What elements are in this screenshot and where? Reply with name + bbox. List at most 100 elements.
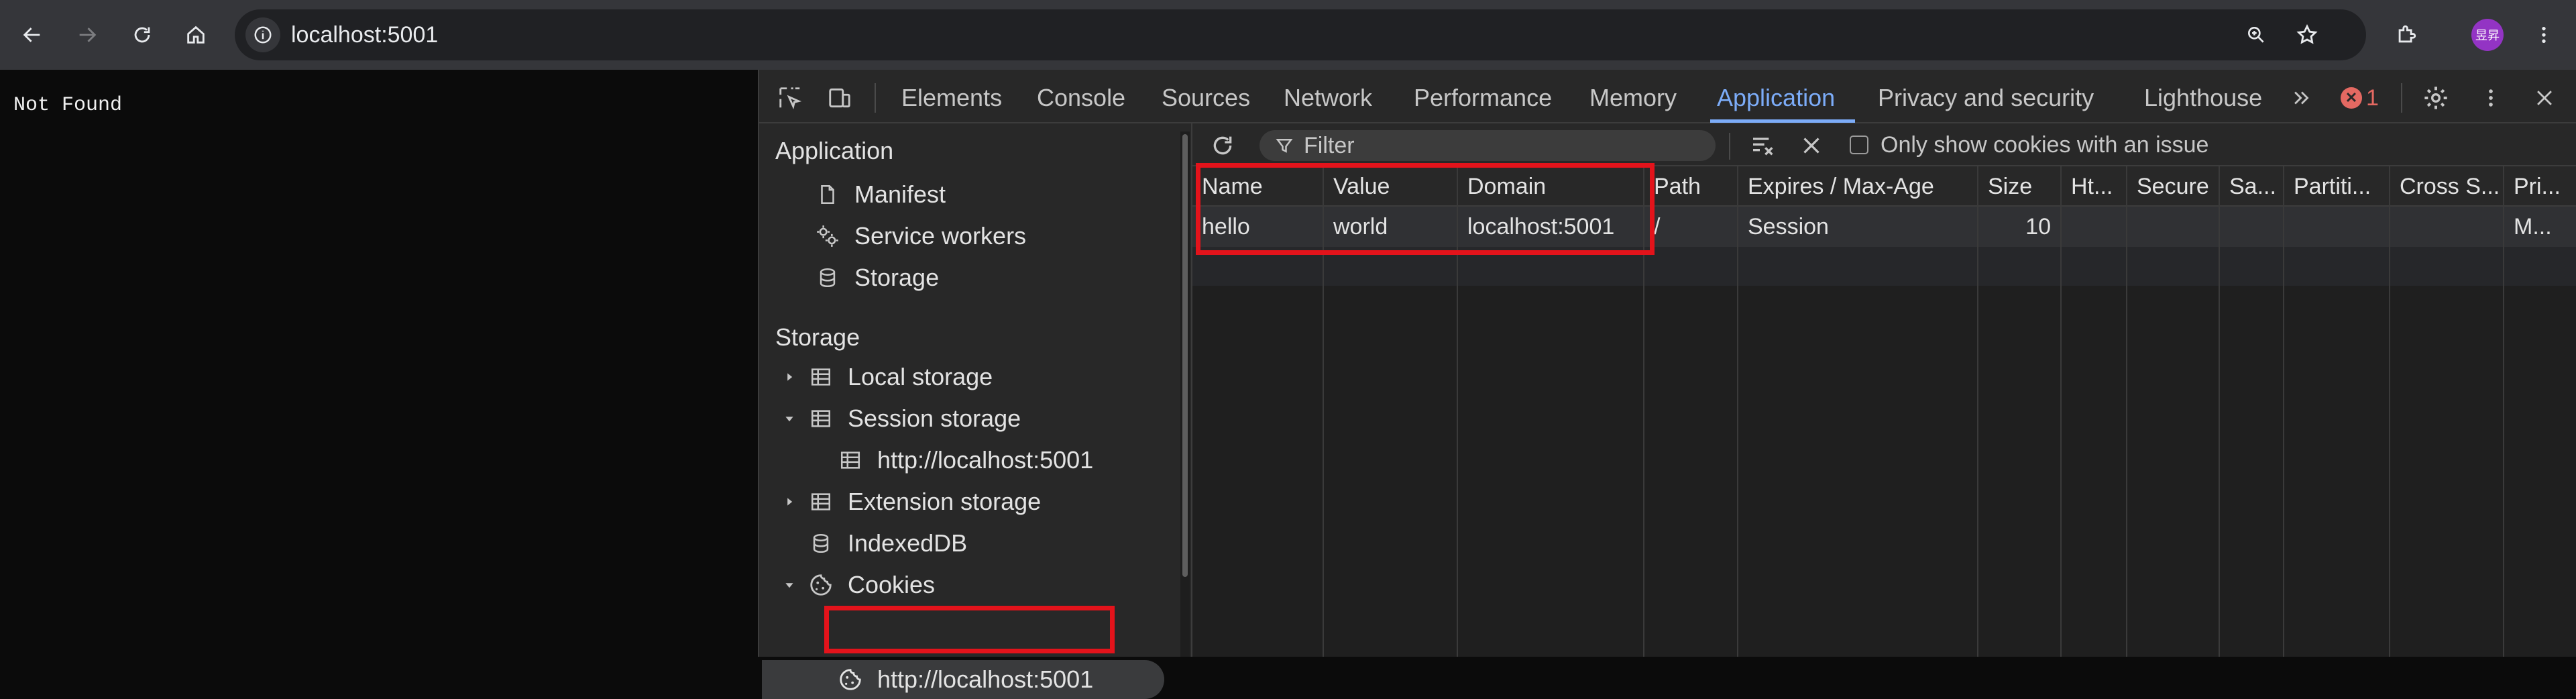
sidebar-item-session-storage[interactable]: Session storage: [779, 400, 1021, 437]
kebab-menu-icon: [2489, 89, 2493, 107]
close-icon: [2537, 91, 2552, 105]
bookmark-button[interactable]: [2291, 19, 2323, 51]
clear-filtered-cookies-button[interactable]: [1746, 129, 1780, 162]
cell-priority[interactable]: M...: [2504, 207, 2576, 247]
filter-field[interactable]: [1259, 130, 1716, 161]
error-count-badge[interactable]: ✕ 1: [2341, 83, 2379, 113]
column-header-cross-site[interactable]: Cross S...: [2390, 166, 2503, 207]
column-header-httponly[interactable]: Ht...: [2062, 166, 2126, 207]
close-devtools-button[interactable]: [2527, 80, 2562, 115]
column-header-path[interactable]: Path: [1644, 166, 1737, 207]
toolbar-separator: [875, 83, 876, 113]
address-bar[interactable]: localhost:5001: [235, 9, 2366, 60]
arrow-left-icon: [23, 28, 40, 42]
tab-sources[interactable]: Sources: [1162, 82, 1250, 114]
database-icon: [803, 526, 838, 561]
inspect-element-button[interactable]: [773, 80, 807, 115]
refresh-cookies-button[interactable]: [1206, 129, 1239, 162]
page-viewport: Not Found: [0, 70, 758, 657]
page-body-text: Not Found: [13, 94, 123, 117]
sidebar-item-label: Extension storage: [848, 488, 1042, 515]
home-icon: [187, 25, 205, 44]
browser-menu-button[interactable]: [2526, 17, 2561, 52]
arrow-right-icon: [79, 28, 97, 42]
tab-network[interactable]: Network: [1284, 82, 1372, 114]
device-icon: [829, 88, 850, 108]
cell-partition[interactable]: [2284, 207, 2389, 247]
sidebar-item-session-storage-origin[interactable]: http://localhost:5001: [833, 441, 1093, 479]
sidebar-item-manifest[interactable]: Manifest: [810, 176, 946, 213]
column-divider[interactable]: [2126, 166, 2127, 657]
url-text[interactable]: localhost:5001: [291, 21, 438, 48]
sidebar-item-label: Storage: [854, 264, 940, 291]
file-icon: [810, 177, 845, 212]
filter-input[interactable]: [1304, 132, 1706, 159]
column-header-size[interactable]: Size: [1978, 166, 2060, 207]
sidebar-scrollbar-thumb[interactable]: [1182, 134, 1188, 577]
cell-cross-site[interactable]: [2390, 207, 2503, 247]
cell-samesite[interactable]: [2220, 207, 2283, 247]
column-divider[interactable]: [2389, 166, 2390, 657]
sidebar-heading-storage: Storage: [775, 323, 860, 351]
column-divider[interactable]: [2503, 166, 2504, 657]
column-header-samesite[interactable]: Sa...: [2220, 166, 2283, 207]
sidebar-item-extension-storage[interactable]: Extension storage: [779, 483, 1041, 521]
sidebar-item-label: http://localhost:5001: [877, 665, 1094, 693]
forward-button[interactable]: [70, 17, 105, 52]
sidebar-item-local-storage[interactable]: Local storage: [779, 358, 993, 396]
column-header-secure[interactable]: Secure: [2127, 166, 2219, 207]
cell-secure[interactable]: [2127, 207, 2219, 247]
devtools-settings-button[interactable]: [2418, 80, 2453, 115]
more-tabs-button[interactable]: [2284, 80, 2319, 115]
tab-memory[interactable]: Memory: [1589, 82, 1677, 114]
sidebar-item-cookies[interactable]: Cookies: [779, 566, 935, 604]
cell-httponly[interactable]: [2062, 207, 2126, 247]
delete-selected-cookie-button[interactable]: [1795, 129, 1828, 162]
column-divider[interactable]: [1737, 166, 1738, 657]
column-divider[interactable]: [1977, 166, 1978, 657]
profile-avatar[interactable]: 昱昇: [2471, 19, 2504, 51]
sidebar-item-storage[interactable]: Storage: [810, 259, 939, 297]
column-divider[interactable]: [2283, 166, 2284, 657]
sidebar-item-cookies-origin[interactable]: http://localhost:5001: [833, 661, 1093, 698]
tab-privacy-security[interactable]: Privacy and security: [1878, 82, 2094, 114]
zoom-button[interactable]: [2240, 19, 2272, 51]
cell-expires[interactable]: Session: [1738, 207, 1977, 247]
only-issue-label[interactable]: Only show cookies with an issue: [1881, 130, 2208, 160]
sidebar-item-label: Session storage: [848, 405, 1021, 432]
column-header-expires[interactable]: Expires / Max-Age: [1738, 166, 1977, 207]
expand-arrow-icon[interactable]: [779, 367, 799, 387]
tab-application[interactable]: Application: [1717, 82, 1835, 114]
table-icon: [803, 484, 838, 519]
tab-console[interactable]: Console: [1037, 82, 1125, 114]
column-header-priority[interactable]: Pri...: [2504, 166, 2576, 207]
collapse-arrow-icon[interactable]: [779, 409, 799, 429]
tab-performance[interactable]: Performance: [1414, 82, 1552, 114]
column-divider[interactable]: [2060, 166, 2062, 657]
cell-size[interactable]: 10: [1978, 207, 2060, 247]
home-button[interactable]: [178, 17, 213, 52]
column-header-partition[interactable]: Partiti...: [2284, 166, 2389, 207]
reload-icon: [134, 27, 150, 43]
site-info-button[interactable]: [245, 17, 280, 52]
collapse-arrow-icon[interactable]: [779, 575, 799, 595]
cell-path[interactable]: /: [1644, 207, 1737, 247]
back-button[interactable]: [15, 17, 50, 52]
extensions-button[interactable]: [2389, 17, 2424, 52]
devtools-menu-button[interactable]: [2473, 80, 2508, 115]
clear-list-icon: [1753, 138, 1773, 156]
tab-lighthouse[interactable]: Lighthouse: [2144, 82, 2262, 114]
expand-arrow-icon[interactable]: [779, 492, 799, 512]
application-sidebar: Application Manifest Service workers Sto…: [759, 123, 1175, 699]
sidebar-heading-application: Application: [775, 137, 894, 164]
sidebar-item-label: Service workers: [854, 222, 1027, 250]
only-issue-checkbox[interactable]: [1850, 136, 1868, 154]
column-divider[interactable]: [2219, 166, 2220, 657]
table-icon: [803, 401, 838, 436]
toolbar-separator: [1729, 133, 1730, 160]
sidebar-item-indexeddb[interactable]: IndexedDB: [803, 525, 967, 562]
device-toolbar-button[interactable]: [822, 80, 857, 115]
tab-elements[interactable]: Elements: [901, 82, 1002, 114]
sidebar-item-service-workers[interactable]: Service workers: [810, 217, 1026, 255]
reload-button[interactable]: [125, 17, 160, 52]
